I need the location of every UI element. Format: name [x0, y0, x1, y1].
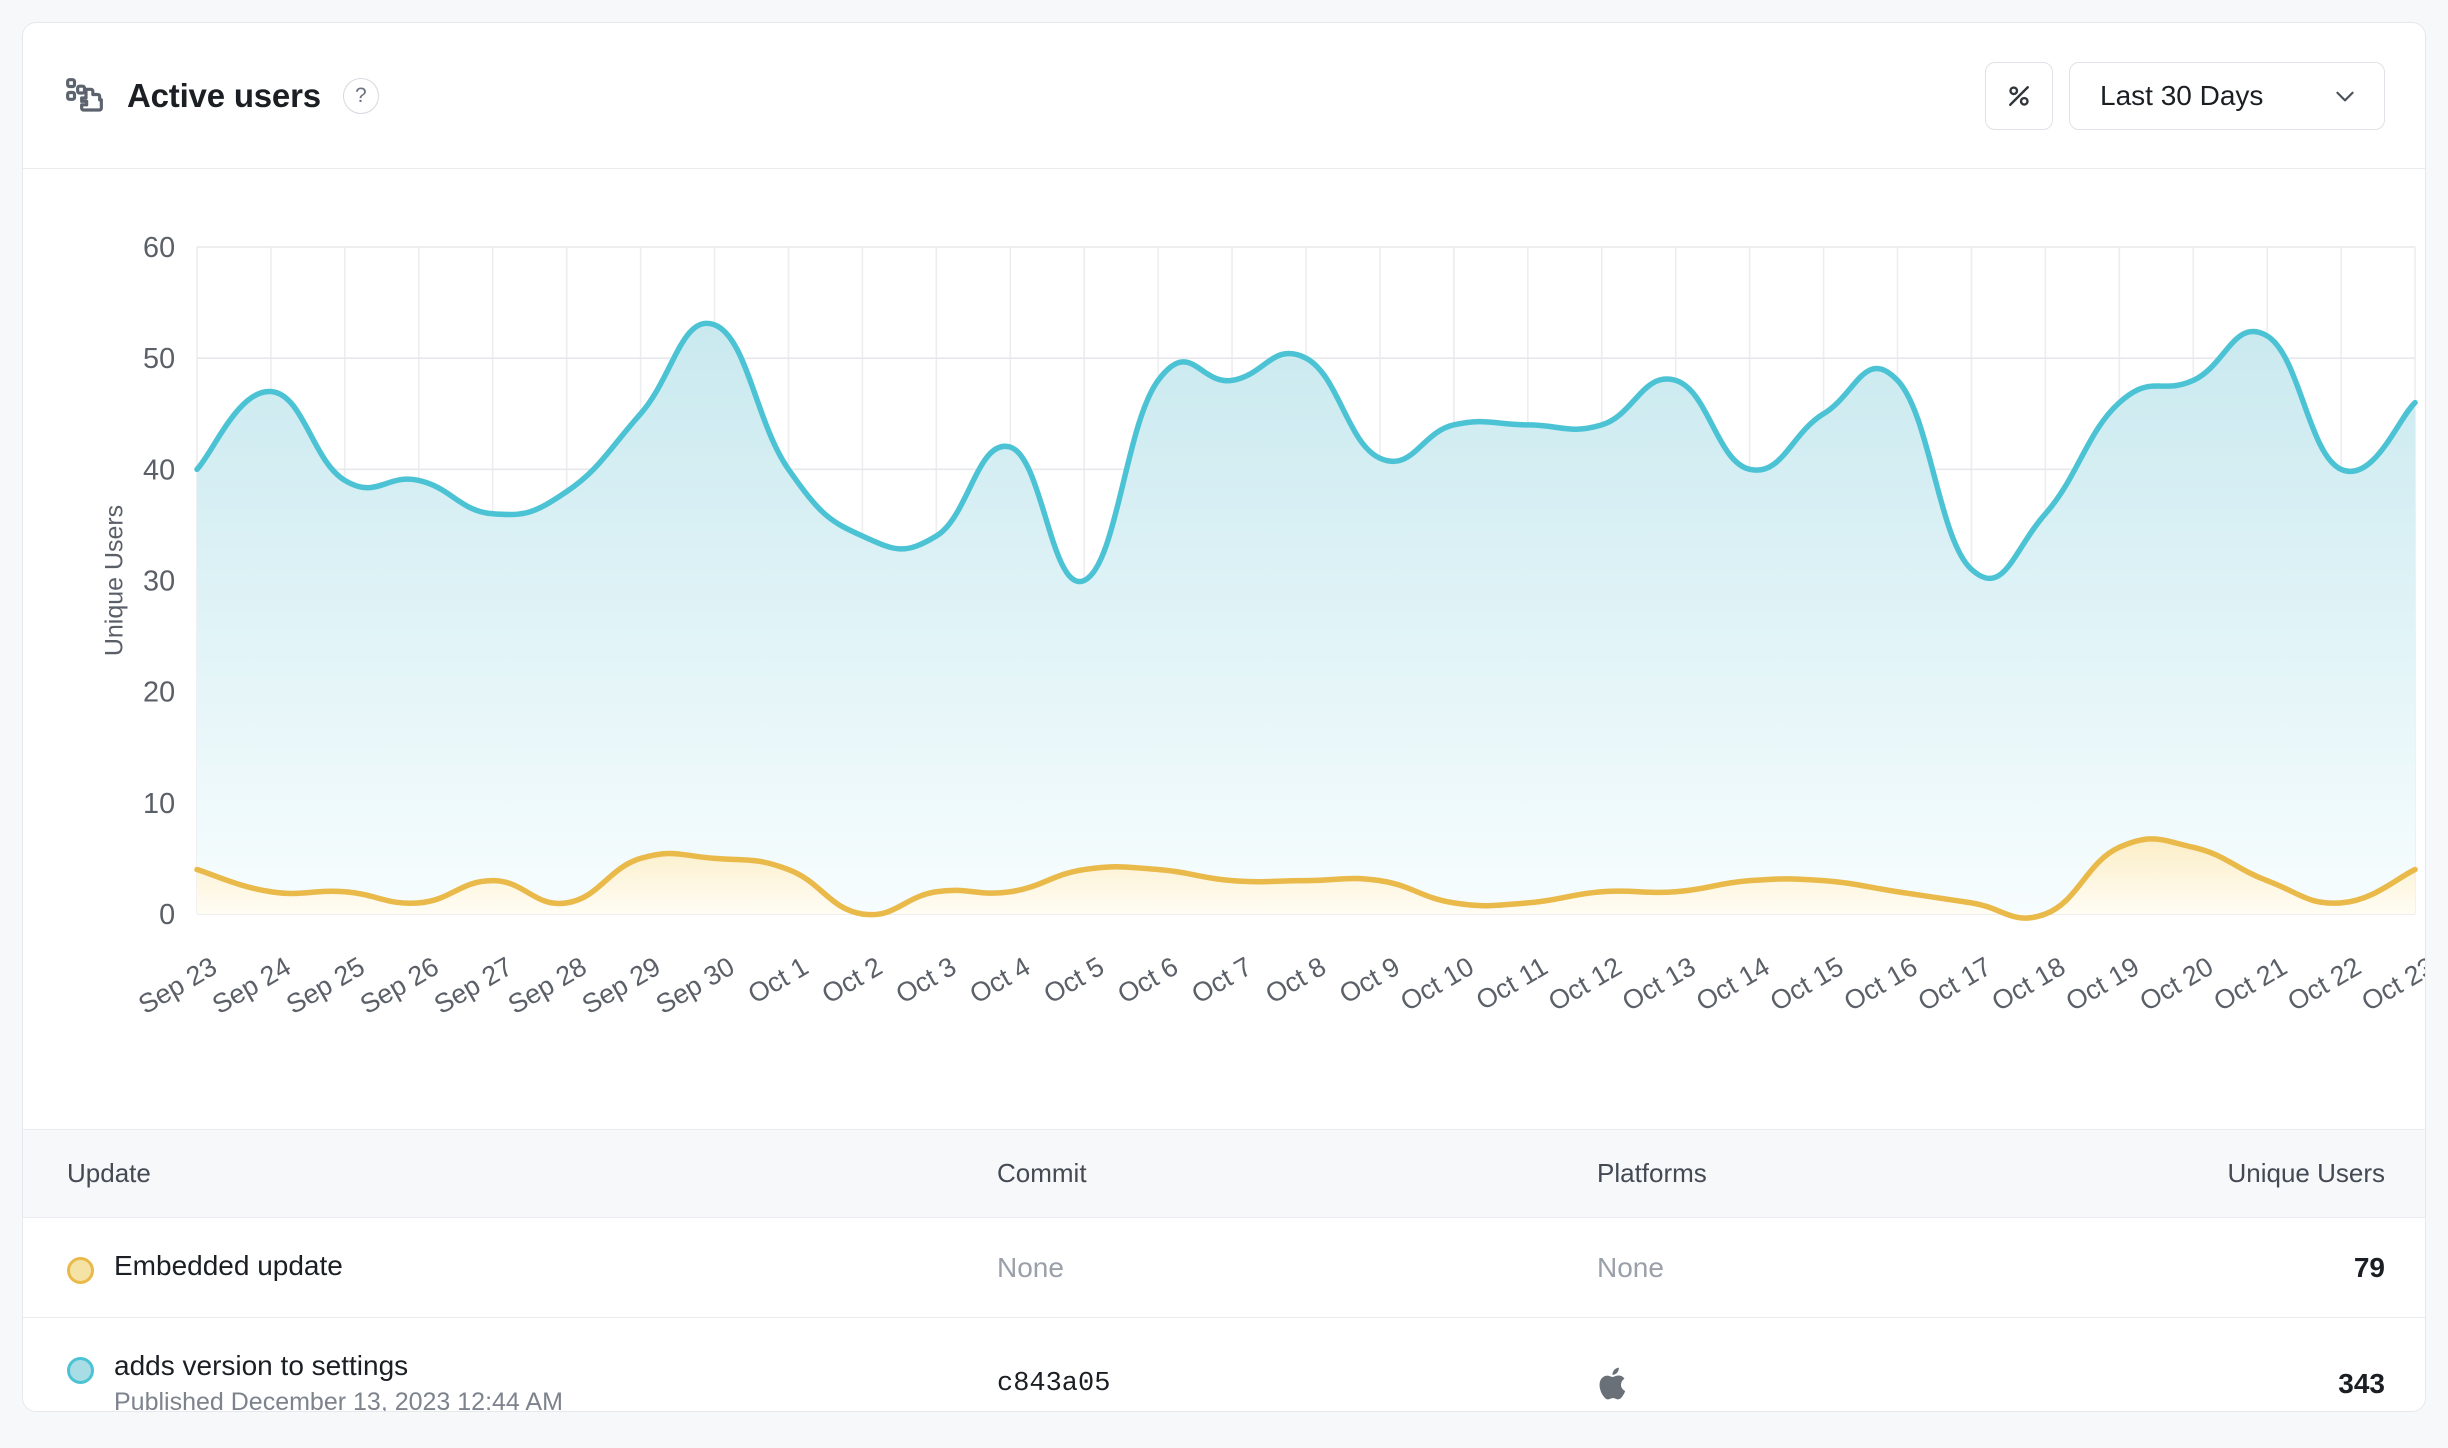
chart-x-axis: Sep 23Sep 24Sep 25Sep 26Sep 27Sep 28Sep …: [133, 951, 2425, 1020]
chart-y-axis: 0 10 20 30 40 50 60: [143, 232, 175, 931]
card-header: Active users ? Last 30 Days: [23, 23, 2425, 169]
svg-text:Oct 19: Oct 19: [2061, 951, 2144, 1017]
svg-text:Oct 21: Oct 21: [2209, 951, 2292, 1017]
analytics-icon: [65, 76, 105, 116]
update-text-block: Embedded update: [114, 1251, 343, 1282]
svg-text:20: 20: [143, 677, 175, 709]
svg-text:Oct 15: Oct 15: [1765, 951, 1848, 1017]
card-header-right: Last 30 Days: [1985, 62, 2385, 130]
svg-text:Oct 20: Oct 20: [2135, 951, 2218, 1017]
chart-areas: [197, 323, 2415, 918]
svg-text:Sep 28: Sep 28: [503, 951, 592, 1020]
update-cell: Embedded update: [67, 1251, 997, 1284]
update-cell: adds version to settings Published Decem…: [67, 1351, 997, 1412]
svg-text:Oct 1: Oct 1: [743, 951, 813, 1009]
svg-text:Oct 11: Oct 11: [1471, 951, 1553, 1016]
svg-text:Oct 13: Oct 13: [1617, 951, 1700, 1017]
percent-icon: [2004, 81, 2034, 111]
svg-text:10: 10: [143, 788, 175, 820]
svg-text:Sep 29: Sep 29: [577, 951, 666, 1020]
column-header-update: Update: [67, 1158, 997, 1189]
svg-text:30: 30: [143, 565, 175, 597]
svg-text:Oct 5: Oct 5: [1039, 951, 1109, 1009]
update-published-date: Published December 13, 2023 12:44 AM: [114, 1389, 563, 1412]
page-background: Active users ? Last 30 Days: [0, 0, 2448, 1448]
unique-users-value: 343: [2027, 1368, 2385, 1400]
svg-text:40: 40: [143, 454, 175, 486]
apple-icon: [1597, 1364, 1631, 1404]
percent-toggle-button[interactable]: [1985, 62, 2053, 130]
svg-text:Unique Users: Unique Users: [100, 505, 128, 656]
svg-text:Oct 22: Oct 22: [2283, 951, 2366, 1017]
svg-text:Sep 23: Sep 23: [133, 951, 222, 1020]
svg-text:Oct 10: Oct 10: [1395, 951, 1478, 1017]
date-range-value: Last 30 Days: [2100, 80, 2263, 112]
svg-text:Sep 27: Sep 27: [429, 951, 518, 1020]
chart-canvas: 0102030405060 Sep 23Sep 24Sep 25Sep 26Se…: [23, 169, 2425, 1129]
commit-value: None: [997, 1252, 1597, 1284]
svg-text:Oct 16: Oct 16: [1839, 951, 1922, 1017]
update-name: adds version to settings: [114, 1351, 563, 1382]
svg-text:Oct 14: Oct 14: [1691, 951, 1774, 1017]
active-users-card: Active users ? Last 30 Days: [22, 22, 2426, 1412]
svg-text:Oct 8: Oct 8: [1260, 951, 1330, 1009]
svg-text:Sep 26: Sep 26: [355, 951, 444, 1020]
table-row[interactable]: adds version to settings Published Decem…: [23, 1318, 2425, 1412]
chevron-down-icon: [2332, 83, 2358, 109]
svg-text:Oct 7: Oct 7: [1186, 951, 1256, 1009]
svg-text:Oct 2: Oct 2: [817, 951, 887, 1009]
table-row[interactable]: Embedded update None None 79: [23, 1218, 2425, 1318]
svg-text:Oct 6: Oct 6: [1113, 951, 1183, 1009]
svg-text:Sep 24: Sep 24: [207, 951, 296, 1020]
chart-y-axis-title: Unique Users: [100, 505, 128, 656]
commit-value: c843a05: [997, 1369, 1597, 1399]
active-users-chart: 0102030405060 Sep 23Sep 24Sep 25Sep 26Se…: [23, 169, 2425, 1129]
svg-text:Oct 12: Oct 12: [1543, 951, 1626, 1017]
updates-table: Update Commit Platforms Unique Users Emb…: [23, 1129, 2425, 1412]
help-icon[interactable]: ?: [343, 78, 379, 114]
update-name: Embedded update: [114, 1251, 343, 1282]
column-header-platforms: Platforms: [1597, 1158, 2027, 1189]
platform-value: [1597, 1364, 2027, 1404]
series-color-dot-yellow: [67, 1257, 94, 1284]
svg-text:Oct 3: Oct 3: [891, 951, 961, 1009]
svg-text:60: 60: [143, 232, 175, 264]
svg-text:0: 0: [159, 899, 175, 931]
svg-text:Oct 4: Oct 4: [965, 951, 1036, 1009]
update-text-block: adds version to settings Published Decem…: [114, 1351, 563, 1412]
svg-text:Sep 25: Sep 25: [281, 951, 370, 1020]
page-title: Active users: [127, 77, 321, 115]
svg-text:Sep 30: Sep 30: [651, 951, 740, 1020]
series-color-dot-teal: [67, 1357, 94, 1384]
card-header-left: Active users ?: [65, 76, 379, 116]
table-header-row: Update Commit Platforms Unique Users: [23, 1130, 2425, 1218]
svg-text:50: 50: [143, 343, 175, 375]
column-header-unique-users: Unique Users: [2027, 1158, 2385, 1189]
unique-users-value: 79: [2027, 1252, 2385, 1284]
column-header-commit: Commit: [997, 1158, 1597, 1189]
svg-text:Oct 17: Oct 17: [1913, 951, 1996, 1017]
platform-value: None: [1597, 1252, 2027, 1284]
date-range-select[interactable]: Last 30 Days: [2069, 62, 2385, 130]
svg-text:Oct 18: Oct 18: [1987, 951, 2070, 1017]
svg-text:Oct 9: Oct 9: [1334, 951, 1404, 1009]
svg-text:Oct 23: Oct 23: [2357, 951, 2425, 1017]
